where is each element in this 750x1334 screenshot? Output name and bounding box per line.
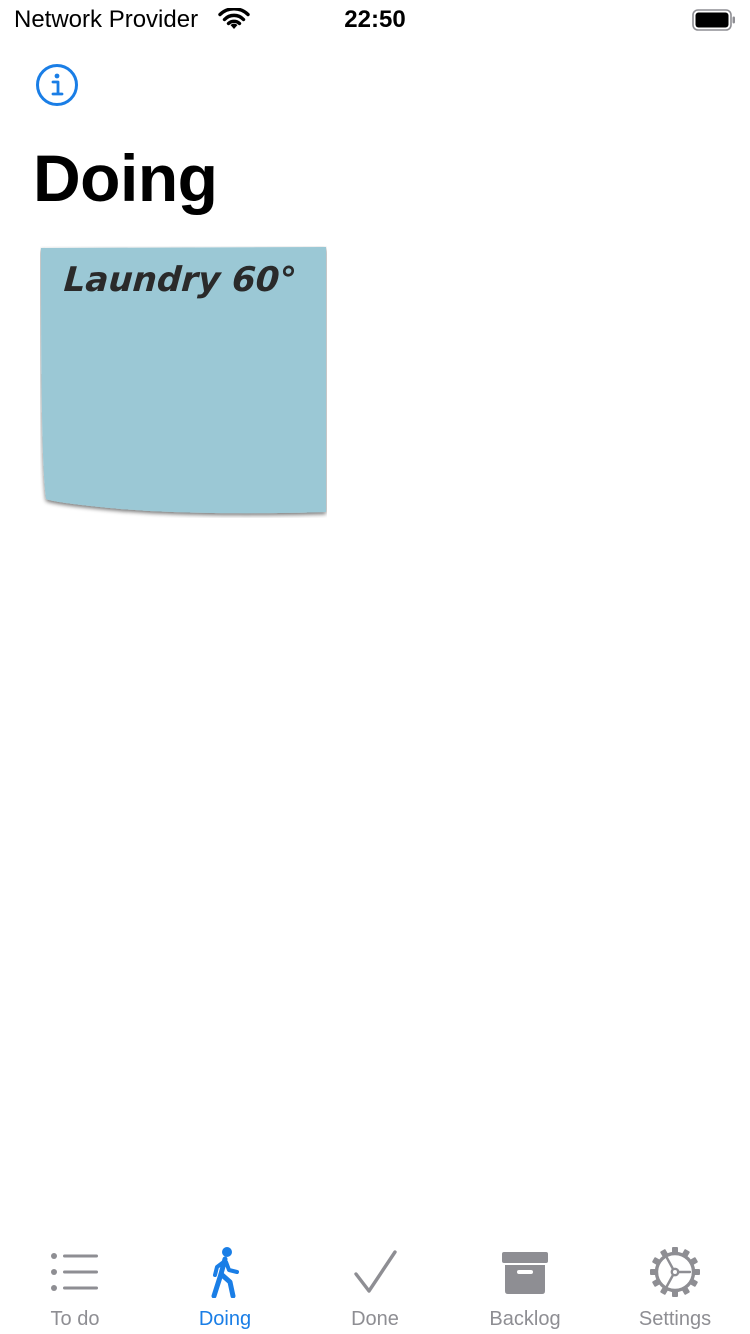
sticky-note-text: Laundry 60° [62, 260, 298, 300]
tab-label-to-do: To do [50, 1308, 100, 1330]
tab-to-do[interactable]: To do [0, 1236, 150, 1334]
tab-backlog[interactable]: Backlog [450, 1236, 600, 1334]
info-icon [36, 64, 78, 106]
gear-icon [650, 1247, 700, 1297]
walking-person-icon [211, 1247, 239, 1298]
tab-settings[interactable]: Settings [600, 1236, 750, 1334]
tab-done[interactable]: Done [300, 1236, 450, 1334]
tab-label-doing: Doing [198, 1308, 252, 1330]
checkmark-icon [354, 1250, 397, 1293]
app-screen: Network Provider 22:50 Doing Laundry 60°… [0, 0, 750, 1334]
tab-bar: To do Doing Done Backlog Settings [0, 1236, 750, 1334]
clock: 22:50 [344, 6, 406, 33]
tab-label-backlog: Backlog [489, 1308, 561, 1330]
info-button[interactable] [35, 63, 79, 107]
archive-box-icon [502, 1252, 548, 1294]
tab-label-settings: Settings [638, 1308, 712, 1330]
tab-label-done: Done [351, 1308, 399, 1330]
list-icon [51, 1253, 98, 1291]
battery-icon [692, 9, 735, 31]
sticky-note[interactable]: Laundry 60° [40, 246, 327, 518]
tab-doing[interactable]: Doing [150, 1236, 300, 1334]
page-title: Doing [33, 141, 218, 215]
status-bar: Network Provider 22:50 [0, 0, 750, 40]
